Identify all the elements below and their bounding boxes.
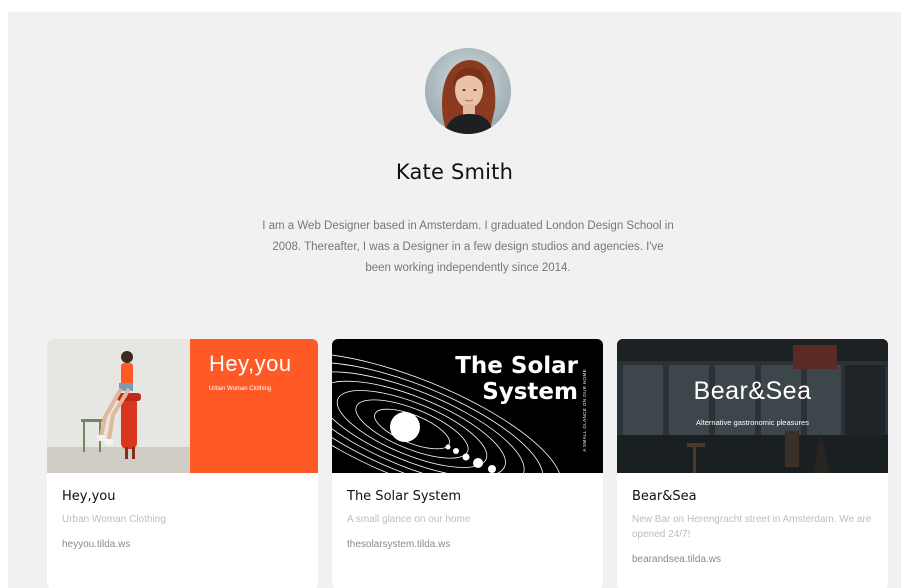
project-thumbnail[interactable]: Hey,you Urban Woman Clothing — [47, 339, 318, 473]
card-description: New Bar on Herengracht street in Amsterd… — [632, 514, 872, 540]
card-title[interactable]: The Solar System — [347, 489, 588, 504]
avatar-portrait-image — [425, 48, 511, 134]
thumbnail-photo-area — [47, 339, 190, 473]
thumbnail-subtitle: Alternative gastronomic pleasures — [696, 418, 809, 427]
thumbnail-subtitle: Urban Woman Clothing — [209, 386, 272, 392]
card-link[interactable]: thesolarsystem.tilda.ws — [347, 539, 588, 550]
thumbnail-title: Bear&Sea — [693, 377, 812, 405]
project-thumbnail[interactable]: Bear&Sea Alternative gastronomic pleasur… — [617, 339, 888, 473]
card-description: Urban Woman Clothing — [62, 514, 166, 525]
thumbnail-title-line-2: System — [482, 379, 578, 405]
card-title[interactable]: Bear&Sea — [632, 489, 873, 504]
profile-bio: I am a Web Designer based in Amsterdam. … — [262, 220, 674, 274]
card-body: The Solar System A small glance on our h… — [332, 473, 603, 550]
page-background: Kate Smith I am a Web Designer based in … — [8, 12, 901, 588]
bar-storefront-photo — [617, 339, 888, 473]
project-card-bear-and-sea[interactable]: Bear&Sea Alternative gastronomic pleasur… — [617, 339, 888, 588]
thumbnail-title-line-1: The Solar — [455, 353, 578, 379]
card-body: Hey,you Urban Woman Clothing heyyou.tild… — [47, 473, 318, 550]
project-thumbnail[interactable]: The Solar System A SMALL GLANCE ON OUR H… — [332, 339, 603, 473]
card-link[interactable]: bearandsea.tilda.ws — [632, 554, 873, 565]
woman-figure-illustration — [47, 351, 190, 473]
card-body: Bear&Sea New Bar on Herengracht street i… — [617, 473, 888, 565]
thumbnail-title: The Solar System — [428, 353, 578, 405]
project-card-solar-system[interactable]: The Solar System A SMALL GLANCE ON OUR H… — [332, 339, 603, 588]
project-card-heyyou[interactable]: Hey,you Urban Woman Clothing Hey,you Urb… — [47, 339, 318, 588]
avatar — [425, 48, 511, 134]
card-title[interactable]: Hey,you — [62, 489, 303, 504]
profile-name: Kate Smith — [395, 160, 514, 184]
card-description: A small glance on our home — [347, 514, 471, 525]
card-link[interactable]: heyyou.tilda.ws — [62, 539, 303, 550]
thumbnail-side-text: A SMALL GLANCE ON OUR HOME — [582, 369, 587, 452]
thumbnail-title: Hey,you — [209, 351, 292, 376]
